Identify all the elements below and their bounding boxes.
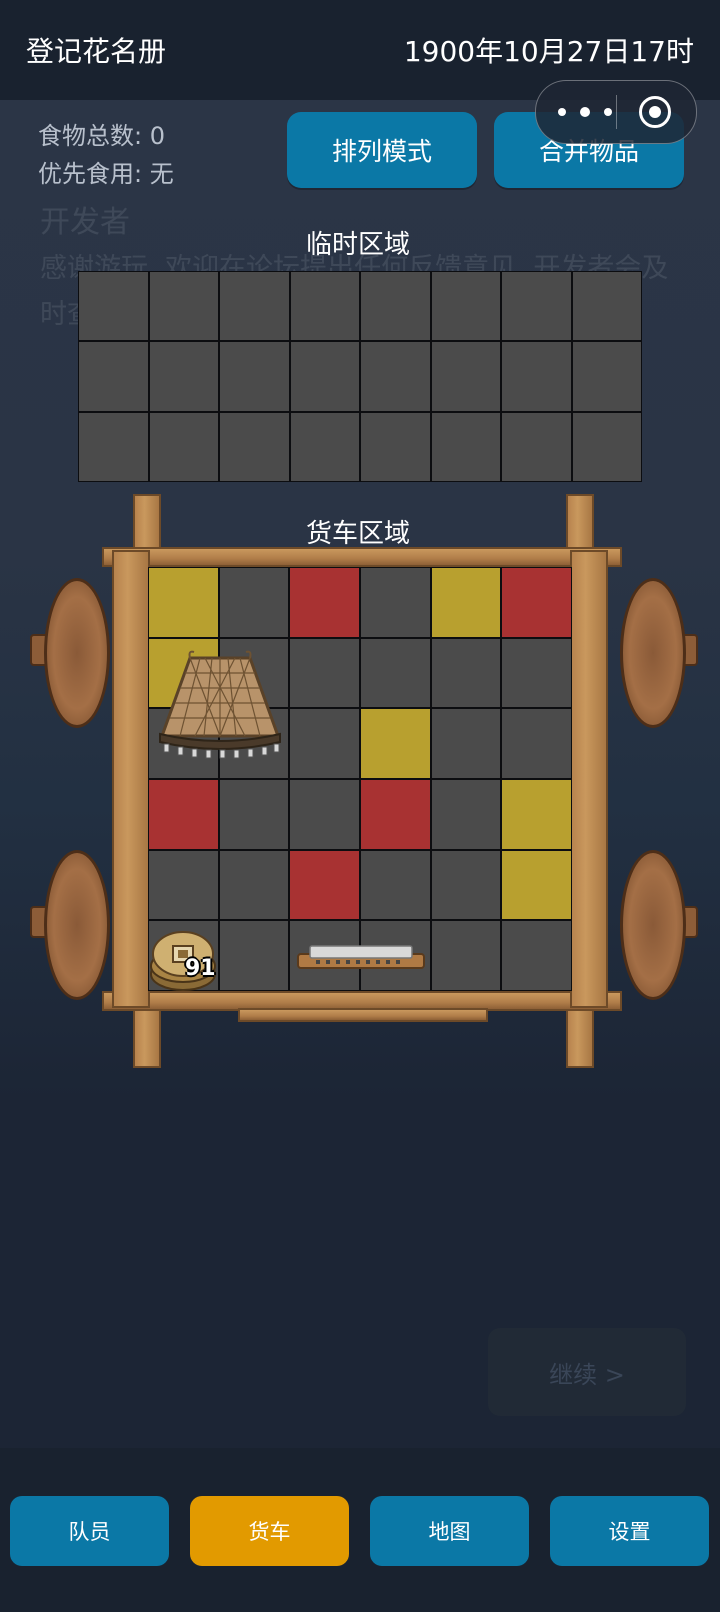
cart-slot-yellow[interactable] [149, 568, 218, 637]
cart-wheel-left-bottom [44, 850, 110, 1000]
temp-slot[interactable] [149, 272, 218, 341]
cart-slot-gray[interactable] [360, 568, 430, 637]
temp-slot[interactable] [220, 272, 289, 341]
arrange-mode-button[interactable]: 排列模式 [287, 112, 477, 188]
close-target-icon[interactable] [639, 96, 671, 128]
cart-slot-gray[interactable] [219, 779, 289, 849]
cart-slot-gray[interactable] [502, 709, 571, 778]
temp-slot[interactable] [220, 412, 289, 481]
cart-slot-gray[interactable] [360, 850, 430, 920]
game-datetime: 1900年10月27日17时 [403, 35, 694, 68]
cart-slot-gray[interactable] [502, 921, 571, 990]
cart-slot-red[interactable] [149, 779, 218, 849]
temp-slot[interactable] [572, 342, 641, 411]
cart-slot-yellow[interactable] [502, 779, 571, 849]
cart-side-left [112, 550, 150, 1008]
temp-slot[interactable] [431, 412, 500, 481]
temp-slot[interactable] [149, 412, 218, 481]
temp-slot[interactable] [290, 342, 359, 411]
cart-slot-gray[interactable] [431, 779, 501, 849]
nav-map-button[interactable]: 地图 [370, 1496, 529, 1566]
nav-cart-button[interactable]: 货车 [190, 1496, 349, 1566]
temp-zone-title: 临时区域 [305, 230, 410, 260]
temp-slot[interactable] [572, 412, 641, 481]
cart-slot-yellow[interactable] [431, 568, 501, 637]
cart-underbeam [238, 1008, 488, 1022]
temp-slot[interactable] [502, 272, 571, 341]
cart-slot-gray[interactable] [502, 638, 571, 708]
harmonica-icon[interactable] [296, 940, 426, 976]
temp-slot[interactable] [502, 412, 571, 481]
temp-slot[interactable] [431, 342, 500, 411]
temp-slot[interactable] [290, 272, 359, 341]
cart-slot-gray[interactable] [290, 709, 359, 778]
cart-slot-red[interactable] [290, 568, 359, 637]
temp-zone-grid [78, 271, 642, 482]
cart-slot-gray[interactable] [431, 921, 501, 990]
temp-slot[interactable] [220, 342, 289, 411]
temp-slot[interactable] [149, 342, 218, 411]
cart-slot-gray[interactable] [219, 850, 289, 920]
nav-settings-button[interactable]: 设置 [550, 1496, 709, 1566]
lamp-net-icon[interactable] [150, 648, 290, 768]
cart-rail-top [102, 547, 622, 567]
cart-slot-red[interactable] [502, 568, 571, 637]
temp-slot[interactable] [572, 272, 641, 341]
cart-slot-gray[interactable] [219, 921, 289, 990]
cart-slot-gray[interactable] [290, 638, 359, 708]
temp-slot[interactable] [361, 272, 430, 341]
page-title: 登记花名册 [26, 35, 167, 68]
cart-slot-gray[interactable] [360, 638, 430, 708]
temp-slot[interactable] [361, 412, 430, 481]
cart-slot-gray[interactable] [431, 638, 501, 708]
capsule-divider [616, 95, 617, 129]
cart-slot-gray[interactable] [290, 779, 359, 849]
miniprogram-capsule [535, 80, 697, 144]
nav-members-button[interactable]: 队员 [10, 1496, 169, 1566]
temp-slot[interactable] [79, 342, 148, 411]
cart-zone-title: 货车区域 [305, 519, 410, 549]
more-icon[interactable] [558, 101, 616, 123]
cart-slot-red[interactable] [290, 850, 359, 920]
cart-slot-gray[interactable] [219, 568, 289, 637]
cart-wheel-left-top [44, 578, 110, 728]
temp-slot[interactable] [79, 412, 148, 481]
cart-side-right [570, 550, 608, 1008]
temp-slot[interactable] [290, 412, 359, 481]
temp-slot[interactable] [431, 272, 500, 341]
temp-slot[interactable] [79, 272, 148, 341]
temp-slot[interactable] [502, 342, 571, 411]
coin-count: 91 [185, 956, 216, 981]
cart-slot-yellow[interactable] [502, 850, 571, 920]
cart-slot-red[interactable] [360, 779, 430, 849]
cart-slot-gray[interactable] [149, 850, 218, 920]
temp-slot[interactable] [361, 342, 430, 411]
cart-wheel-right-top [620, 578, 686, 728]
cart-slot-gray[interactable] [431, 709, 501, 778]
cart-slot-yellow[interactable] [360, 709, 430, 778]
cart-wheel-right-bottom [620, 850, 686, 1000]
continue-button[interactable]: 继续 > [488, 1328, 686, 1416]
food-priority: 优先食用: 无 [38, 160, 174, 188]
food-total: 食物总数: 0 [38, 122, 165, 150]
cart-slot-gray[interactable] [431, 850, 501, 920]
